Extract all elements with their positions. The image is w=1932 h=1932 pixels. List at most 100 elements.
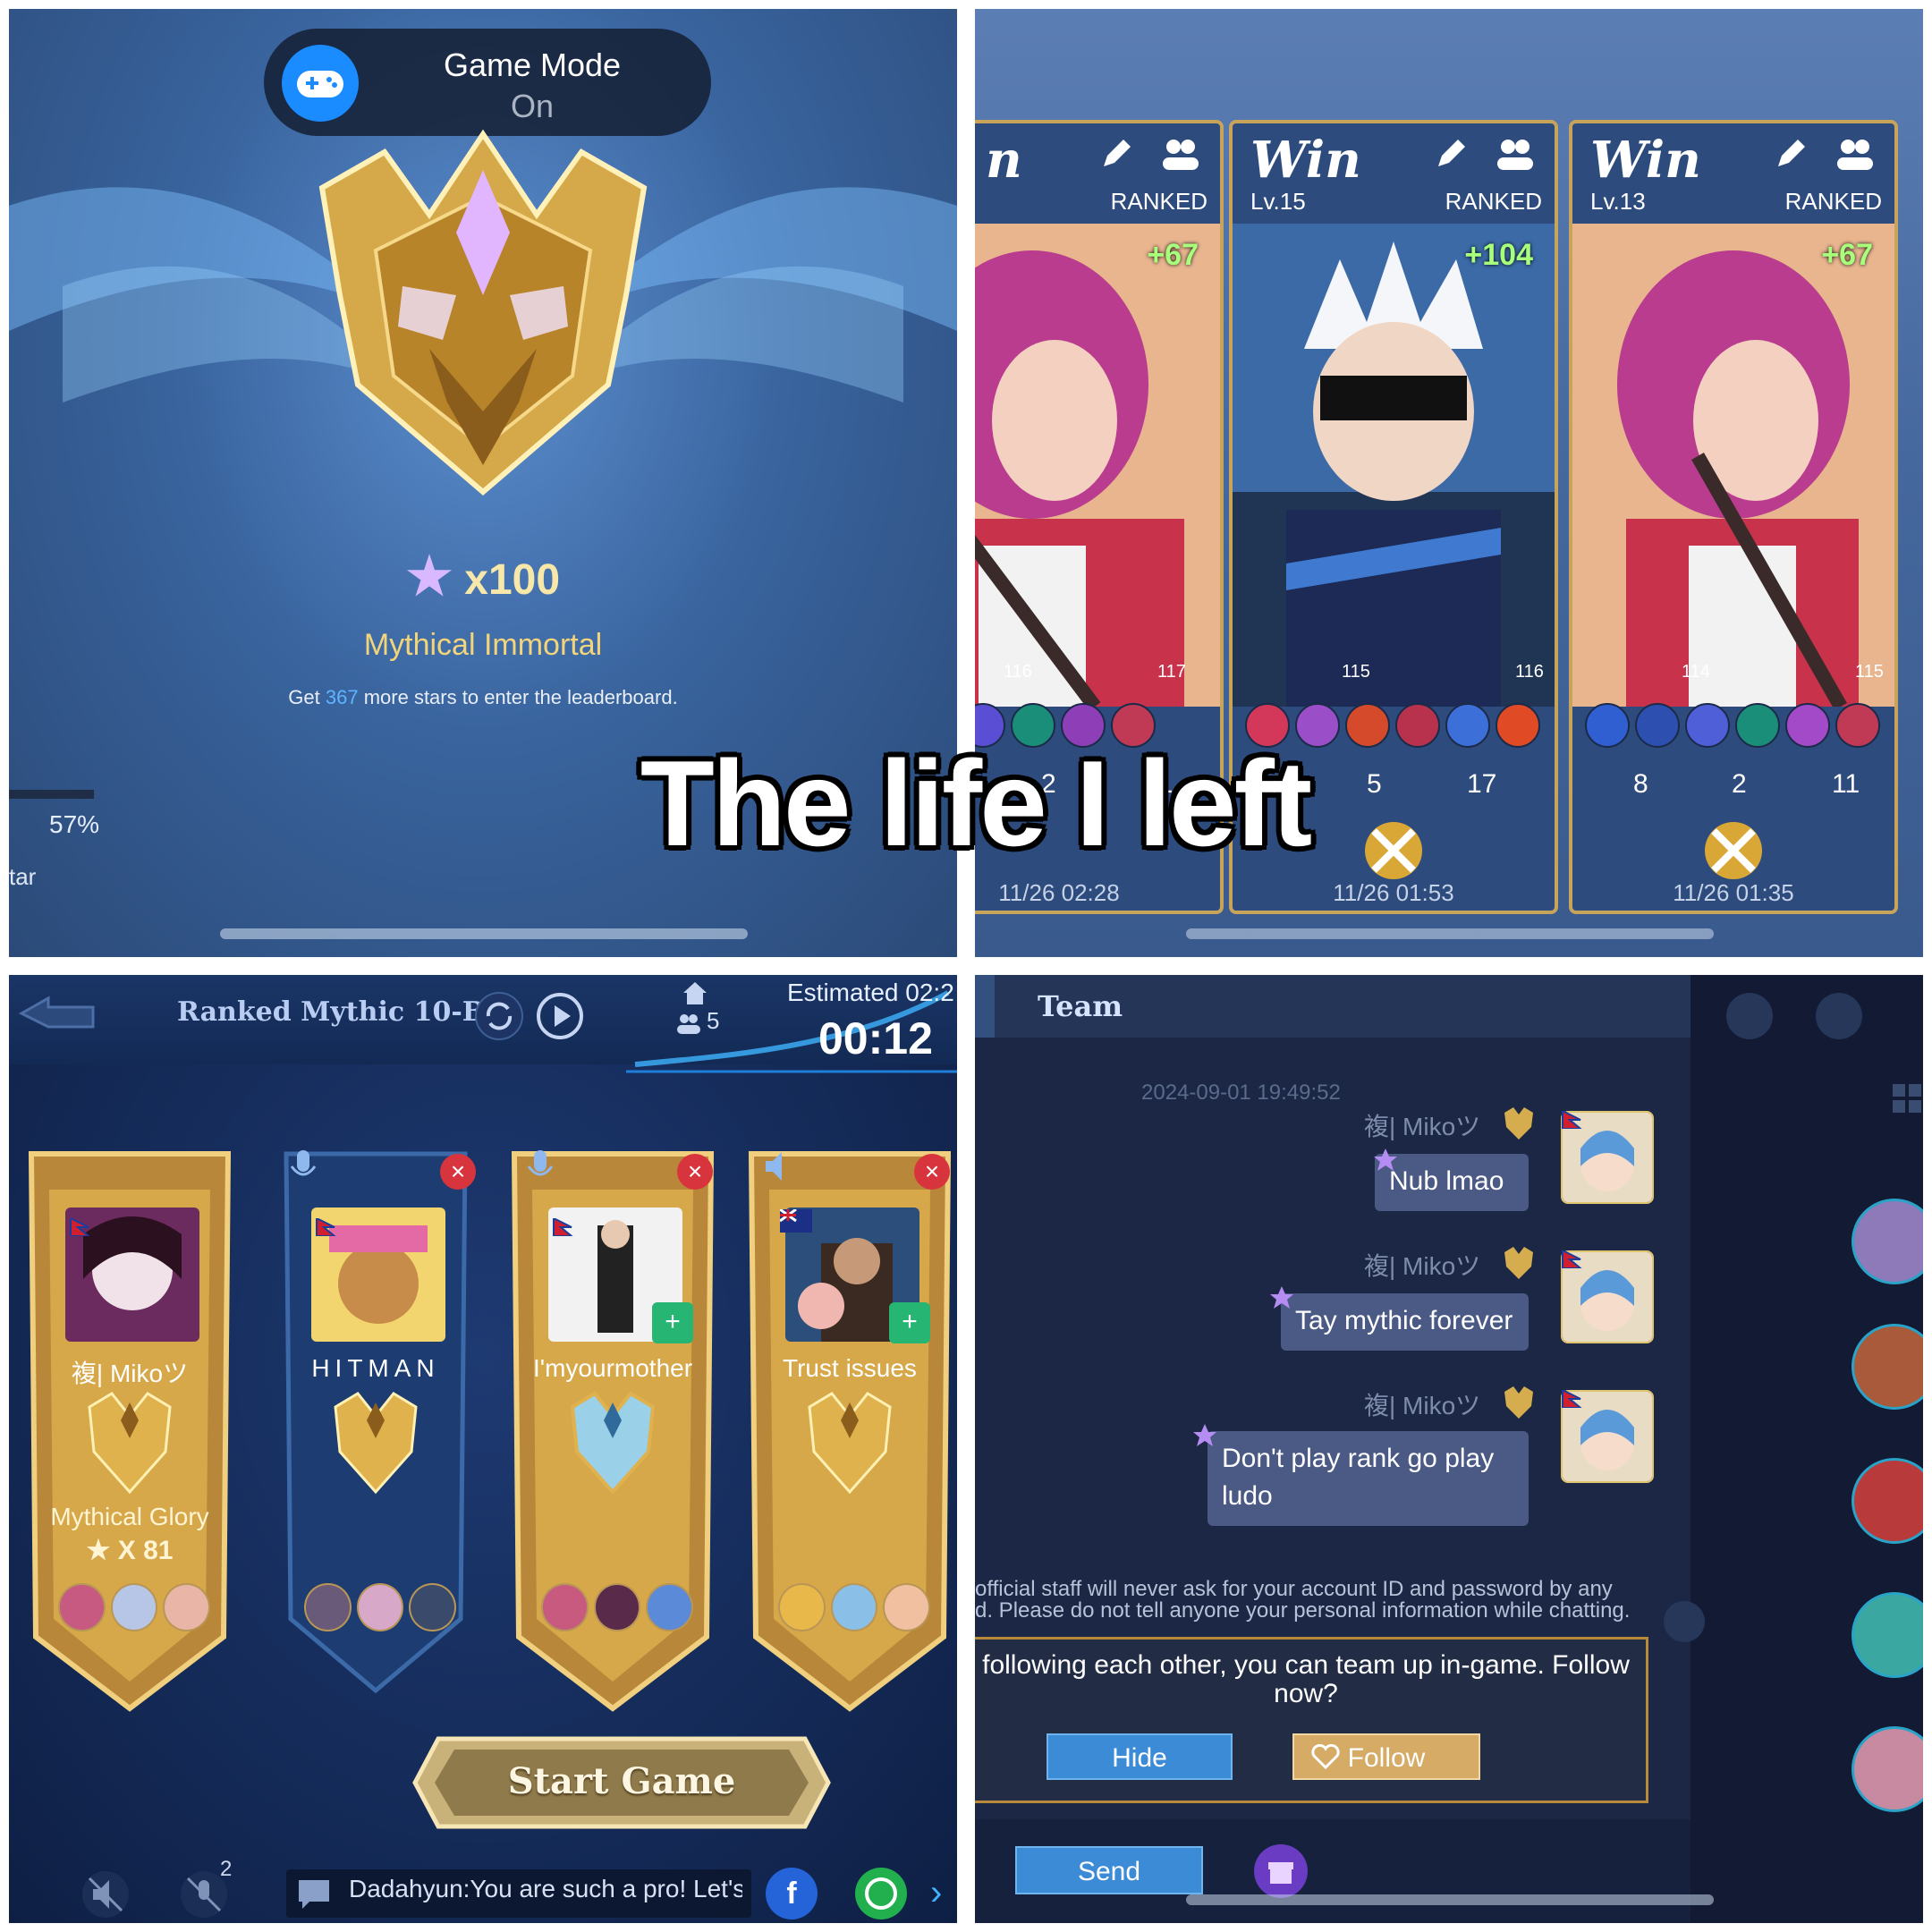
exp-icon[interactable]: [1726, 993, 1773, 1039]
message-sender: 複| Mikoツ: [1364, 1252, 1481, 1280]
mvp-badge-icon: [1705, 822, 1762, 879]
start-game-button[interactable]: Start Game: [411, 1760, 832, 1802]
bubble-star-icon: [1193, 1424, 1216, 1446]
match-date: 11/26 01:35: [1673, 879, 1794, 906]
player-slot[interactable]: × HITMAN: [268, 1136, 483, 1717]
preferred-heroes: [58, 1583, 211, 1637]
player-slot[interactable]: × + I'myourmother: [505, 1136, 720, 1717]
star-icon: ★: [86, 1536, 118, 1565]
australia-flag-icon: [780, 1209, 812, 1233]
player-slot[interactable]: 複| Mikoツ Mythical Glory ★ X 81: [22, 1136, 237, 1717]
chevron-right-icon[interactable]: ›: [930, 1873, 942, 1913]
add-friend-button[interactable]: +: [889, 1302, 930, 1343]
microphone-icon[interactable]: [288, 1148, 318, 1184]
preferred-heroes: [541, 1583, 694, 1637]
rank-badge-icon: [1504, 1247, 1533, 1279]
mythical-immortal-emblem: [318, 129, 648, 496]
home-indicator[interactable]: [1186, 928, 1714, 939]
star-to: 116: [1515, 662, 1544, 682]
follow-prompt-text: following each other, you can team up in…: [982, 1650, 1630, 1708]
mvp-badge-icon: [1365, 822, 1422, 879]
rank-badge-icon: [1504, 1386, 1533, 1419]
refresh-icon[interactable]: [474, 991, 524, 1041]
kick-button[interactable]: ×: [440, 1154, 476, 1190]
hint-suffix: more stars to enter the leaderboard.: [358, 686, 678, 708]
chat-bubble-icon: [299, 1880, 329, 1909]
message-sender: 複| Mikoツ: [1364, 1113, 1481, 1140]
match-result: n: [986, 131, 1022, 190]
add-friend-button[interactable]: +: [652, 1302, 693, 1343]
match-date: 11/26 02:28: [998, 879, 1120, 906]
leaderboard-hint: Get 367 more stars to enter the leaderbo…: [9, 686, 957, 709]
item-build: [1585, 703, 1889, 751]
home-icon: [683, 982, 707, 1004]
play-icon[interactable]: [535, 991, 585, 1041]
facebook-share-button[interactable]: f: [766, 1868, 818, 1919]
kick-button[interactable]: ×: [677, 1154, 713, 1190]
player-name: I'myourmother: [532, 1354, 693, 1382]
hide-button[interactable]: Hide: [1046, 1733, 1233, 1780]
message-sender: 複| Mikoツ: [1364, 1392, 1481, 1419]
home-indicator[interactable]: [1186, 1894, 1714, 1905]
send-button[interactable]: Send: [1015, 1846, 1203, 1894]
gamepad-icon: [282, 45, 359, 122]
whatsapp-share-button[interactable]: [855, 1868, 907, 1919]
party-icon: [1497, 140, 1533, 170]
kda-row: 8 2 11: [1572, 769, 1894, 805]
star-change: 116 117: [975, 651, 1220, 696]
safety-notice-line: d. Please do not tell anyone your person…: [975, 1598, 1631, 1623]
grid-icon[interactable]: [1891, 1082, 1923, 1114]
estimated-time: Estimated 02:2: [787, 979, 954, 1006]
star-to: 115: [1855, 662, 1884, 682]
hero-portrait: [1233, 224, 1555, 707]
match-mode: RANKED: [1784, 188, 1882, 215]
queue-timer: 00:12: [818, 1013, 933, 1063]
deaths-value: 5: [1367, 769, 1382, 799]
player-name: Trust issues: [783, 1354, 917, 1382]
rank-name: Mythical Immortal: [363, 628, 603, 662]
kick-button[interactable]: ×: [914, 1154, 950, 1190]
nepal-flag-icon: [70, 1218, 90, 1236]
tab-edge: [975, 975, 995, 1038]
star-change: 114 115: [1572, 651, 1894, 696]
star-from: 115: [1342, 662, 1370, 682]
nepal-flag-icon: [1562, 1111, 1582, 1129]
home-indicator[interactable]: [220, 928, 748, 939]
rank-emblem: [334, 1392, 418, 1495]
speaker-mute-icon[interactable]: [80, 1869, 131, 1919]
player-slot[interactable]: × + Trust issues: [742, 1136, 957, 1717]
microphone-icon[interactable]: [525, 1148, 555, 1184]
match-date: 11/26 01:53: [1333, 879, 1454, 906]
bubble-star-icon: [1374, 1148, 1397, 1171]
star-change: 115 116: [1233, 651, 1555, 696]
rank-points: +104: [1464, 238, 1533, 272]
match-card[interactable]: Win Lv.13 RANKED +67 114 115 8 2 11 11/2…: [1569, 120, 1898, 914]
gift-icon[interactable]: [1254, 1844, 1308, 1898]
party-up-icon[interactable]: [1816, 993, 1862, 1039]
star-count: x100: [464, 556, 561, 604]
overlay-caption: The life I left: [640, 735, 1312, 871]
assists-value: 17: [1467, 769, 1497, 799]
lobby-mode-title: Ranked Mythic 10-Ban: [177, 996, 522, 1028]
edit-icon[interactable]: [1433, 136, 1469, 172]
progress-bar: [9, 790, 94, 799]
preferred-heroes: [778, 1583, 931, 1637]
back-arrow-icon[interactable]: [13, 991, 102, 1036]
party-size-icon: [677, 1014, 700, 1034]
hint-number: 367: [325, 686, 359, 708]
assists-value: 11: [1832, 769, 1860, 799]
deaths-value: 2: [1732, 769, 1747, 799]
edit-icon[interactable]: [1098, 136, 1134, 172]
muted-count: 2: [220, 1857, 233, 1881]
edit-icon[interactable]: [1773, 136, 1809, 172]
scan-icon[interactable]: [1664, 1601, 1705, 1642]
kills-value: 8: [1633, 769, 1648, 799]
match-result: Win: [1590, 131, 1701, 190]
party-icon: [1163, 140, 1199, 170]
player-rank: Mythical Glory: [50, 1503, 209, 1530]
safety-notice: official staff will never ask for your a…: [975, 1579, 1637, 1622]
speaker-icon[interactable]: [762, 1148, 792, 1184]
hero-portrait: [975, 224, 1220, 707]
hero-portrait: [1572, 224, 1894, 707]
star-icon: ★: [405, 547, 453, 606]
